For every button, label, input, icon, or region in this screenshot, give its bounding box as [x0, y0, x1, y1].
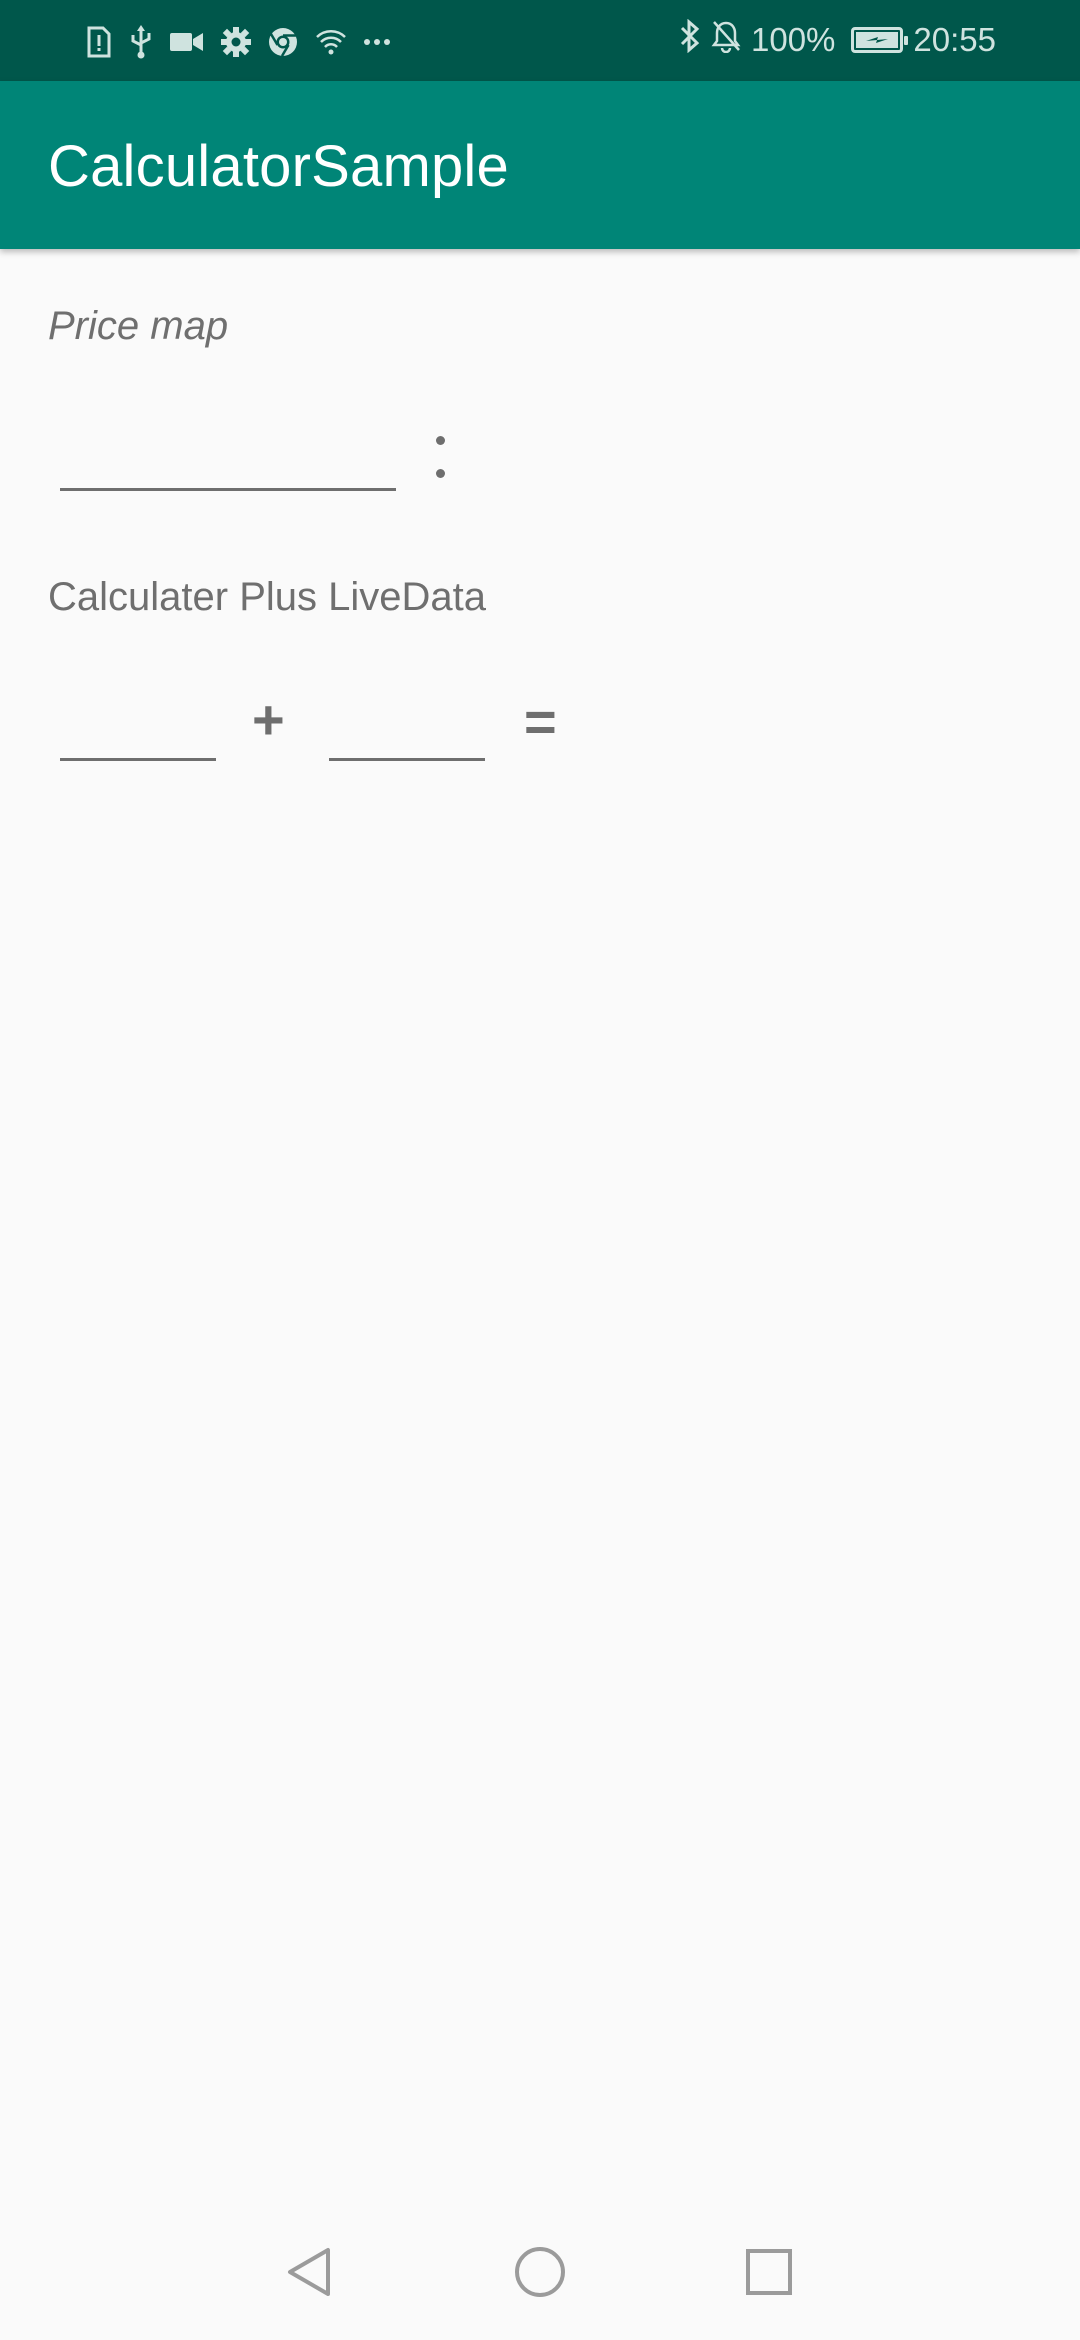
price-map-input[interactable]	[60, 435, 396, 491]
battery-percent: 100%	[751, 21, 836, 58]
back-icon[interactable]	[280, 2242, 340, 2302]
sim-alert-icon	[86, 26, 112, 58]
video-camera-icon	[170, 31, 204, 53]
status-system-icons: 100% 20:55	[679, 18, 996, 62]
status-notification-icons	[86, 22, 390, 62]
charging-bolt-icon	[866, 37, 889, 43]
price-map-label: Price map	[48, 304, 229, 348]
app-title: CalculatorSample	[48, 134, 509, 199]
livedata-label: Calculater Plus LiveData	[48, 575, 486, 619]
battery-charging-icon	[851, 27, 909, 53]
wifi-question-icon	[315, 28, 347, 56]
navigation-bar	[0, 2218, 1080, 2340]
status-time: 20:55	[913, 21, 996, 58]
first-operand-input[interactable]	[60, 705, 216, 761]
status-bar: 100% 20:55	[0, 0, 1080, 81]
settings-icon	[221, 27, 251, 57]
bluetooth-icon	[679, 18, 701, 61]
equals-sign: =	[524, 690, 557, 753]
more-dots-icon	[364, 38, 390, 46]
home-icon[interactable]	[510, 2242, 570, 2302]
app-bar: CalculatorSample	[0, 81, 1080, 249]
colon-icon	[436, 436, 446, 482]
recents-icon[interactable]	[739, 2242, 799, 2302]
chrome-icon	[268, 27, 298, 57]
usb-icon	[129, 25, 153, 59]
second-operand-input[interactable]	[329, 705, 485, 761]
notifications-off-icon	[711, 19, 741, 61]
plus-sign: +	[252, 688, 285, 751]
